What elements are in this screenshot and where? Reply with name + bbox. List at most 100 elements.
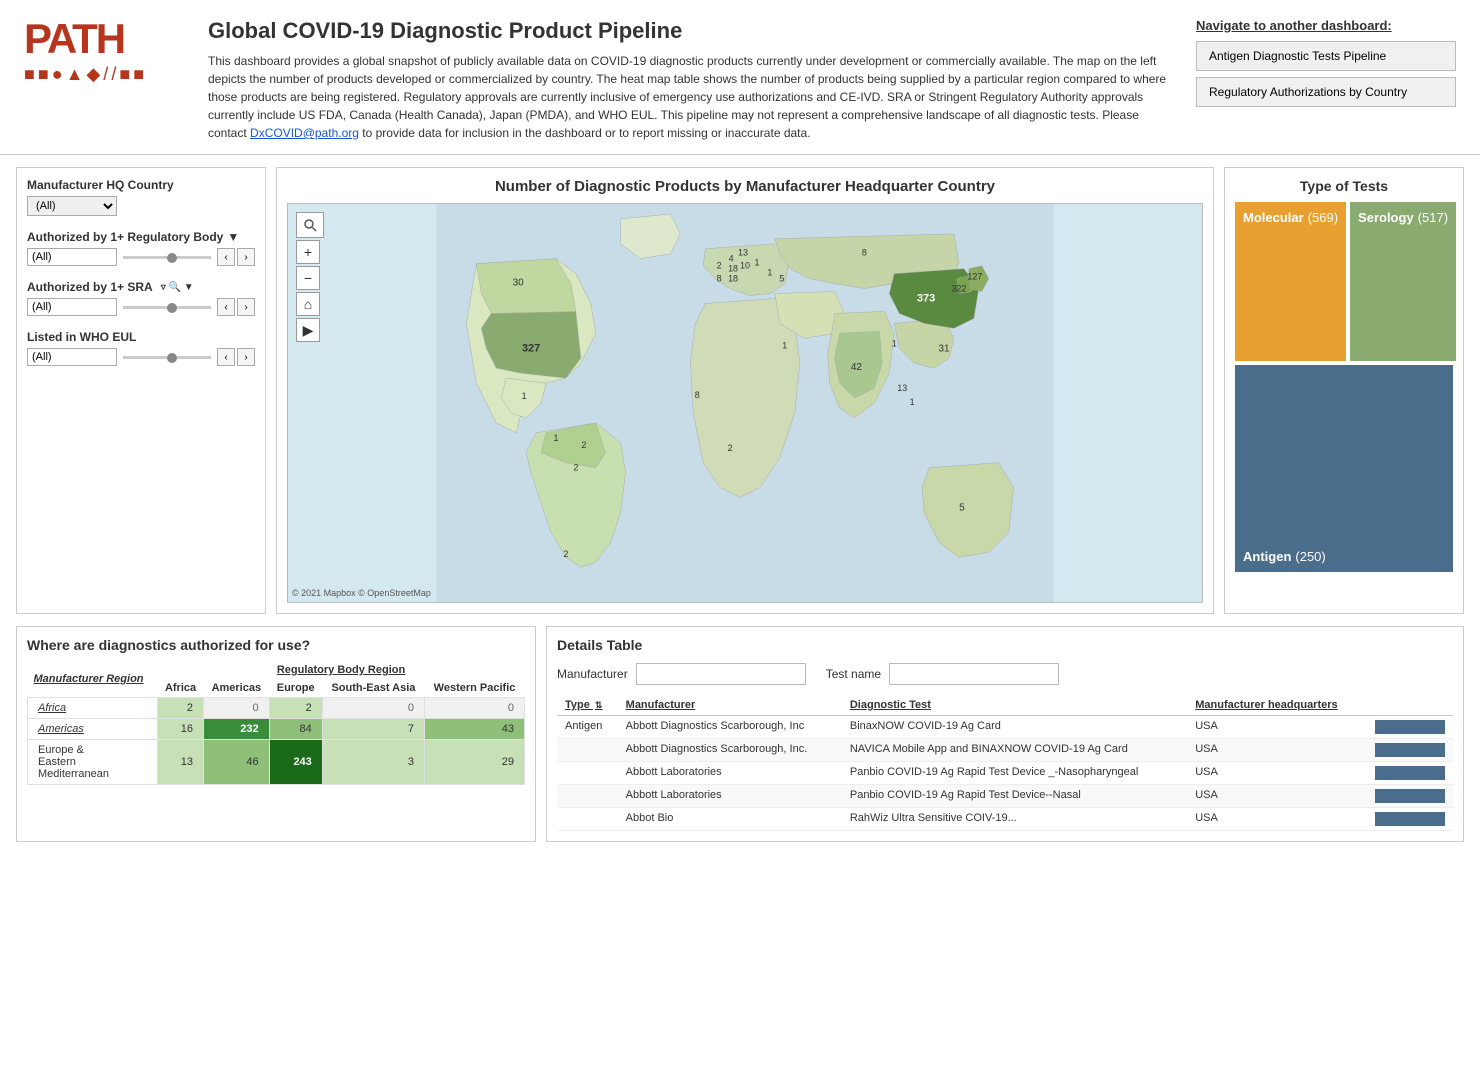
map-zoom-in[interactable]: + — [296, 240, 320, 264]
filter-icons: ▿ 🔍 ▼ — [161, 282, 194, 293]
map-container[interactable]: + − ⌂ ▶ — [287, 203, 1203, 603]
regulatory-auth-button[interactable]: Regulatory Authorizations by Country — [1196, 77, 1456, 107]
table-row: Antigen Abbott Diagnostics Scarborough, … — [557, 716, 1453, 739]
svg-text:1: 1 — [892, 338, 897, 348]
header-nav: Navigate to another dashboard: Antigen D… — [1196, 18, 1456, 113]
manufacturer-filter-label: Manufacturer — [557, 667, 628, 681]
map-pan[interactable]: ▶ — [296, 318, 320, 342]
who-eul-nav: ‹ › — [217, 348, 255, 366]
cell-manufacturer-5: Abbot Bio — [618, 808, 842, 831]
logo-triangle: ▲ — [66, 64, 84, 85]
filter-auth-sra-label: Authorized by 1+ SRA ▿ 🔍 ▼ — [27, 280, 255, 294]
heatmap-col-americas: Americas — [204, 679, 270, 698]
auth-reg-input[interactable] — [27, 248, 117, 266]
cell-hq-5: USA — [1187, 808, 1367, 831]
heatmap-col-europe: Europe — [269, 679, 322, 698]
cell-test-1: BinaxNOW COVID-19 Ag Card — [842, 716, 1187, 739]
table-row: Abbot Bio RahWiz Ultra Sensitive COIV-19… — [557, 808, 1453, 831]
cell-bar-5 — [1367, 808, 1453, 831]
map-search-btn[interactable] — [296, 212, 324, 238]
logo-dot3: / — [103, 64, 108, 85]
filter-manufacturer-hq: Manufacturer HQ Country (All) — [27, 178, 255, 216]
filter-auth-reg-body: Authorized by 1+ Regulatory Body ▼ ‹ › — [27, 230, 255, 266]
details-header-row: Type ⇅ Manufacturer Diagnostic Test Manu… — [557, 695, 1453, 716]
testname-filter-input[interactable] — [889, 663, 1059, 685]
tests-title: Type of Tests — [1235, 178, 1453, 194]
antigen-pipeline-button[interactable]: Antigen Diagnostic Tests Pipeline — [1196, 41, 1456, 71]
col-hq[interactable]: Manufacturer headquarters — [1187, 695, 1367, 716]
logo-area: PATH ■ ■ ● ▲ ◆ / / ■ ■ — [24, 18, 184, 85]
who-eul-next[interactable]: › — [237, 348, 255, 366]
manufacturer-filter-group: Manufacturer — [557, 663, 806, 685]
logo-dot4: / — [111, 64, 116, 85]
auth-reg-next[interactable]: › — [237, 248, 255, 266]
header-middle: Global COVID-19 Diagnostic Product Pipel… — [208, 18, 1196, 142]
map-controls: + − ⌂ ▶ — [296, 212, 324, 342]
tests-panel: Type of Tests Molecular (569) Serology (… — [1224, 167, 1464, 614]
logo-square: ■ — [119, 64, 130, 85]
dropdown-icon: ▼ — [227, 230, 239, 244]
cell-americas-africa: 16 — [158, 719, 204, 740]
cell-hq-4: USA — [1187, 785, 1367, 808]
table-row: Abbott Laboratories Panbio COVID-19 Ag R… — [557, 785, 1453, 808]
cell-test-4: Panbio COVID-19 Ag Rapid Test Device--Na… — [842, 785, 1187, 808]
heatmap-section: Where are diagnostics authorized for use… — [16, 626, 536, 842]
who-eul-prev[interactable]: ‹ — [217, 348, 235, 366]
logo-dot5: ■ — [133, 64, 144, 85]
cell-type-1: Antigen — [557, 716, 618, 739]
map-zoom-out[interactable]: − — [296, 266, 320, 290]
table-row: Abbott Diagnostics Scarborough, Inc. NAV… — [557, 739, 1453, 762]
map-area: Number of Diagnostic Products by Manufac… — [276, 167, 1214, 614]
svg-text:127: 127 — [967, 272, 982, 282]
tests-chart: Molecular (569) Serology (517) Antigen (… — [1235, 202, 1453, 572]
filter-who-eul-label: Listed in WHO EUL — [27, 330, 255, 344]
email-link[interactable]: DxCOVID@path.org — [250, 126, 359, 140]
auth-reg-prev[interactable]: ‹ — [217, 248, 235, 266]
svg-text:8: 8 — [717, 274, 722, 284]
cell-bar-4 — [1367, 785, 1453, 808]
testname-filter-label: Test name — [826, 667, 881, 681]
world-map-svg: 327 30 373 127 322 42 8 4 13 2 18 10 1 — [288, 204, 1202, 602]
auth-sra-input[interactable] — [27, 298, 117, 316]
details-table: Type ⇅ Manufacturer Diagnostic Test Manu… — [557, 695, 1453, 831]
antigen-label: Antigen — [1243, 549, 1291, 564]
cell-americas-americas: 232 — [204, 719, 270, 740]
tests-molecular-bar: Molecular (569) — [1235, 202, 1346, 361]
heatmap-col-africa: Africa — [158, 679, 204, 698]
col-type[interactable]: Type ⇅ — [557, 695, 618, 716]
nav-label: Navigate to another dashboard: — [1196, 18, 1456, 33]
svg-text:18: 18 — [728, 274, 738, 284]
cell-bar-2 — [1367, 739, 1453, 762]
svg-text:2: 2 — [563, 549, 568, 559]
svg-text:322: 322 — [951, 284, 966, 294]
cell-hq-1: USA — [1187, 716, 1367, 739]
manufacturer-filter-input[interactable] — [636, 663, 806, 685]
cell-europe-wp: 29 — [425, 740, 525, 785]
heatmap-row-header: Manufacturer Region — [28, 661, 158, 698]
sort-icon-type: ⇅ — [595, 700, 603, 710]
filter-who-eul: Listed in WHO EUL ‹ › — [27, 330, 255, 366]
svg-text:30: 30 — [513, 278, 525, 289]
heatmap-table: Manufacturer Region Regulatory Body Regi… — [27, 661, 525, 785]
logo-dot2: ■ — [38, 64, 49, 85]
svg-text:4: 4 — [729, 254, 734, 264]
who-eul-input[interactable] — [27, 348, 117, 366]
col-manufacturer[interactable]: Manufacturer — [618, 695, 842, 716]
who-eul-slider[interactable] — [123, 356, 211, 359]
auth-reg-slider[interactable] — [123, 256, 211, 259]
cell-europe-sea: 3 — [322, 740, 424, 785]
auth-sra-prev[interactable]: ‹ — [217, 298, 235, 316]
cell-test-3: Panbio COVID-19 Ag Rapid Test Device _-N… — [842, 762, 1187, 785]
svg-text:1: 1 — [754, 258, 759, 268]
cell-hq-3: USA — [1187, 762, 1367, 785]
svg-text:327: 327 — [522, 342, 540, 354]
filter-auth-reg-label: Authorized by 1+ Regulatory Body ▼ — [27, 230, 255, 244]
details-section: Details Table Manufacturer Test name Typ… — [546, 626, 1464, 842]
manufacturer-hq-select[interactable]: (All) — [27, 196, 117, 216]
map-home[interactable]: ⌂ — [296, 292, 320, 316]
auth-sra-next[interactable]: › — [237, 298, 255, 316]
auth-sra-slider[interactable] — [123, 306, 211, 309]
col-diagnostic-test[interactable]: Diagnostic Test — [842, 695, 1187, 716]
cell-type-2 — [557, 739, 618, 762]
tests-antigen-bar: Antigen (250) — [1235, 365, 1453, 572]
